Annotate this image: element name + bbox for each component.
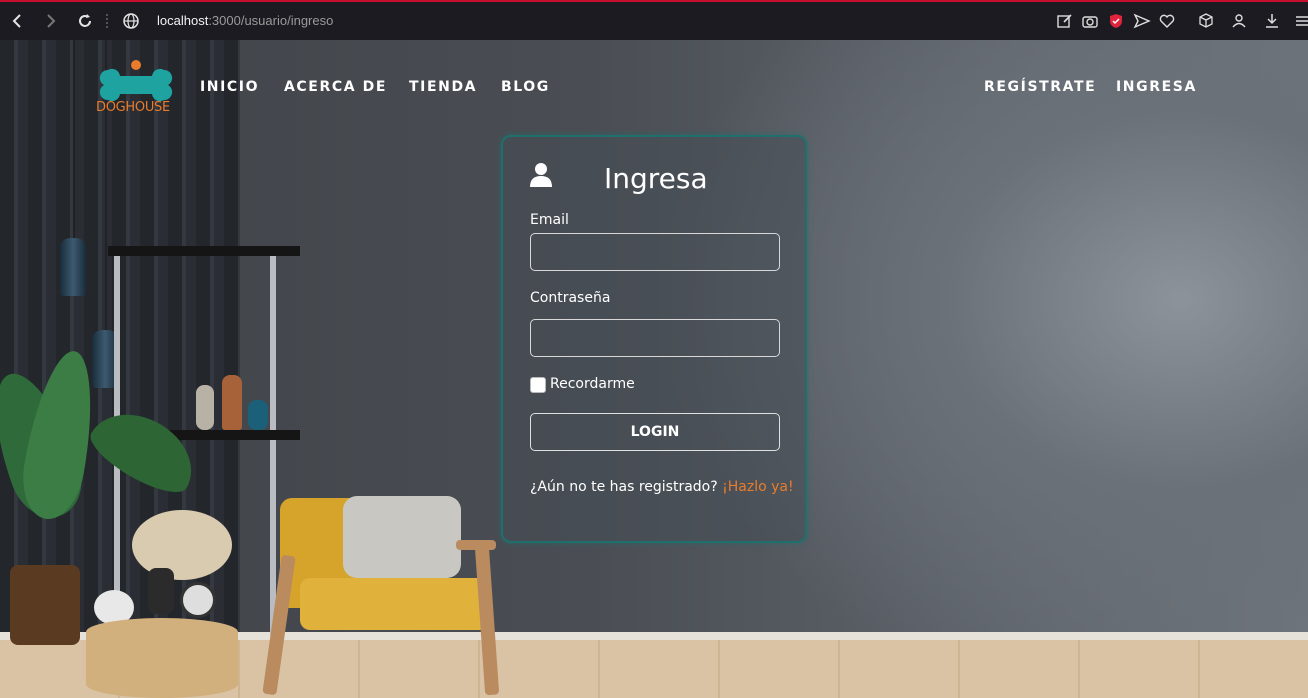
- camera-icon[interactable]: [1081, 12, 1099, 30]
- armchair-arm: [456, 540, 496, 550]
- nav-ingresa[interactable]: INGRESA: [1116, 79, 1197, 95]
- download-icon[interactable]: [1263, 12, 1281, 30]
- email-field[interactable]: [530, 233, 780, 271]
- password-field[interactable]: [530, 319, 780, 357]
- url-path: :3000/usuario/ingreso: [208, 13, 334, 28]
- login-button[interactable]: LOGIN: [530, 413, 780, 451]
- login-title: Ingresa: [604, 162, 708, 195]
- clock: [180, 582, 216, 618]
- logo-text[interactable]: DOGHOUSE: [96, 100, 170, 115]
- pampas-grass: [132, 510, 232, 580]
- remember-checkbox[interactable]: [530, 377, 546, 393]
- heart-icon[interactable]: [1158, 12, 1176, 30]
- reload-icon[interactable]: [75, 11, 95, 31]
- remember-label[interactable]: Recordarme: [550, 376, 635, 392]
- register-link[interactable]: ¡Hazlo ya!: [722, 479, 793, 495]
- forward-icon[interactable]: [40, 11, 60, 31]
- browser-toolbar: localhost:3000/usuario/ingreso: [0, 0, 1308, 40]
- vase: [148, 568, 174, 614]
- lamp-wire: [73, 40, 75, 240]
- password-label: Contraseña: [530, 290, 611, 306]
- send-icon[interactable]: [1133, 12, 1151, 30]
- nav-acerca-de[interactable]: ACERCA DE: [284, 79, 387, 95]
- shelf-post: [270, 255, 276, 635]
- toolbar-separator: [106, 14, 108, 28]
- login-card: Ingresa Email Contraseña Recordarme LOGI…: [501, 135, 807, 543]
- pendant-lamp: [60, 238, 86, 296]
- box-icon[interactable]: [1197, 12, 1215, 30]
- nav-inicio[interactable]: INICIO: [200, 79, 259, 95]
- page-background: DOGHOUSE INICIO ACERCA DE TIENDA BLOG RE…: [0, 40, 1308, 698]
- pillow: [343, 496, 461, 578]
- vase: [196, 385, 214, 430]
- email-label: Email: [530, 212, 569, 228]
- site-info-icon[interactable]: [121, 11, 141, 31]
- shield-icon[interactable]: [1107, 12, 1125, 30]
- profile-icon[interactable]: [1230, 12, 1248, 30]
- back-icon[interactable]: [8, 11, 28, 31]
- shelf-board: [108, 246, 300, 256]
- register-prompt: ¿Aún no te has registrado?: [530, 479, 718, 495]
- edit-icon[interactable]: [1056, 12, 1074, 30]
- armchair-seat: [300, 578, 490, 630]
- nav-blog[interactable]: BLOG: [501, 79, 550, 95]
- side-table: [86, 618, 238, 698]
- plant-basket: [10, 565, 80, 645]
- nav-tienda[interactable]: TIENDA: [409, 79, 477, 95]
- nav-registrate[interactable]: REGÍSTRATE: [984, 79, 1096, 95]
- url-host: localhost: [157, 13, 209, 28]
- register-prompt-row: ¿Aún no te has registrado? ¡Hazlo ya!: [530, 479, 794, 495]
- vase: [248, 400, 268, 430]
- user-icon: [529, 162, 553, 188]
- vase: [222, 375, 242, 430]
- address-bar[interactable]: localhost:3000/usuario/ingreso: [157, 13, 333, 28]
- menu-icon[interactable]: [1293, 12, 1308, 30]
